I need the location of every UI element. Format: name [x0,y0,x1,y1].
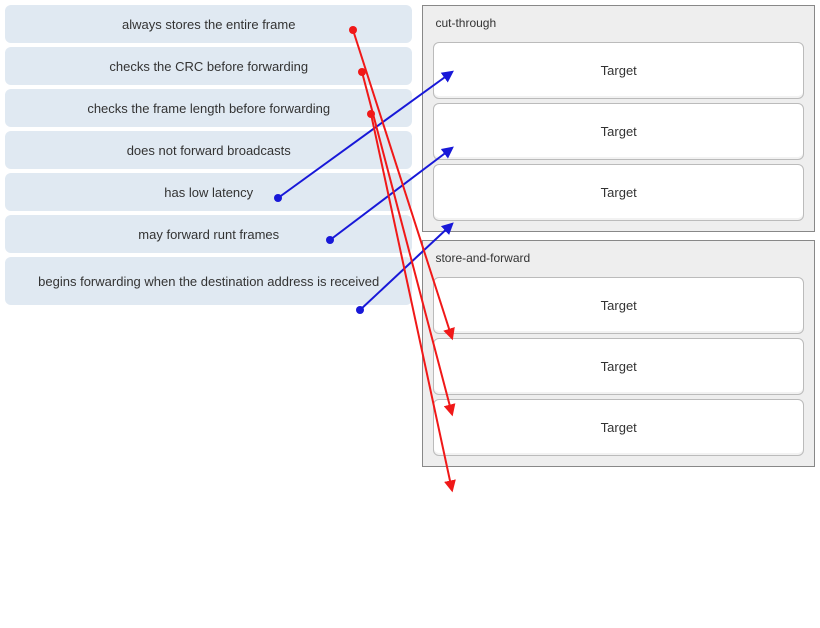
source-item[interactable]: checks the frame length before forwardin… [5,89,412,127]
source-item[interactable]: begins forwarding when the destination a… [5,257,412,305]
source-item[interactable]: always stores the entire frame [5,5,412,43]
source-item[interactable]: may forward runt frames [5,215,412,253]
group-title: store-and-forward [429,247,808,273]
target-group-cut-through: cut-through Target Target Target [422,5,815,232]
target-groups: cut-through Target Target Target store-a… [422,5,815,467]
target-box[interactable]: Target [433,42,804,99]
target-box[interactable]: Target [433,399,804,456]
source-list: always stores the entire frame checks th… [5,5,412,467]
group-title: cut-through [429,12,808,38]
source-item[interactable]: checks the CRC before forwarding [5,47,412,85]
target-box[interactable]: Target [433,103,804,160]
target-box[interactable]: Target [433,164,804,221]
target-group-store-and-forward: store-and-forward Target Target Target [422,240,815,467]
source-item[interactable]: has low latency [5,173,412,211]
target-box[interactable]: Target [433,277,804,334]
target-box[interactable]: Target [433,338,804,395]
source-item[interactable]: does not forward broadcasts [5,131,412,169]
